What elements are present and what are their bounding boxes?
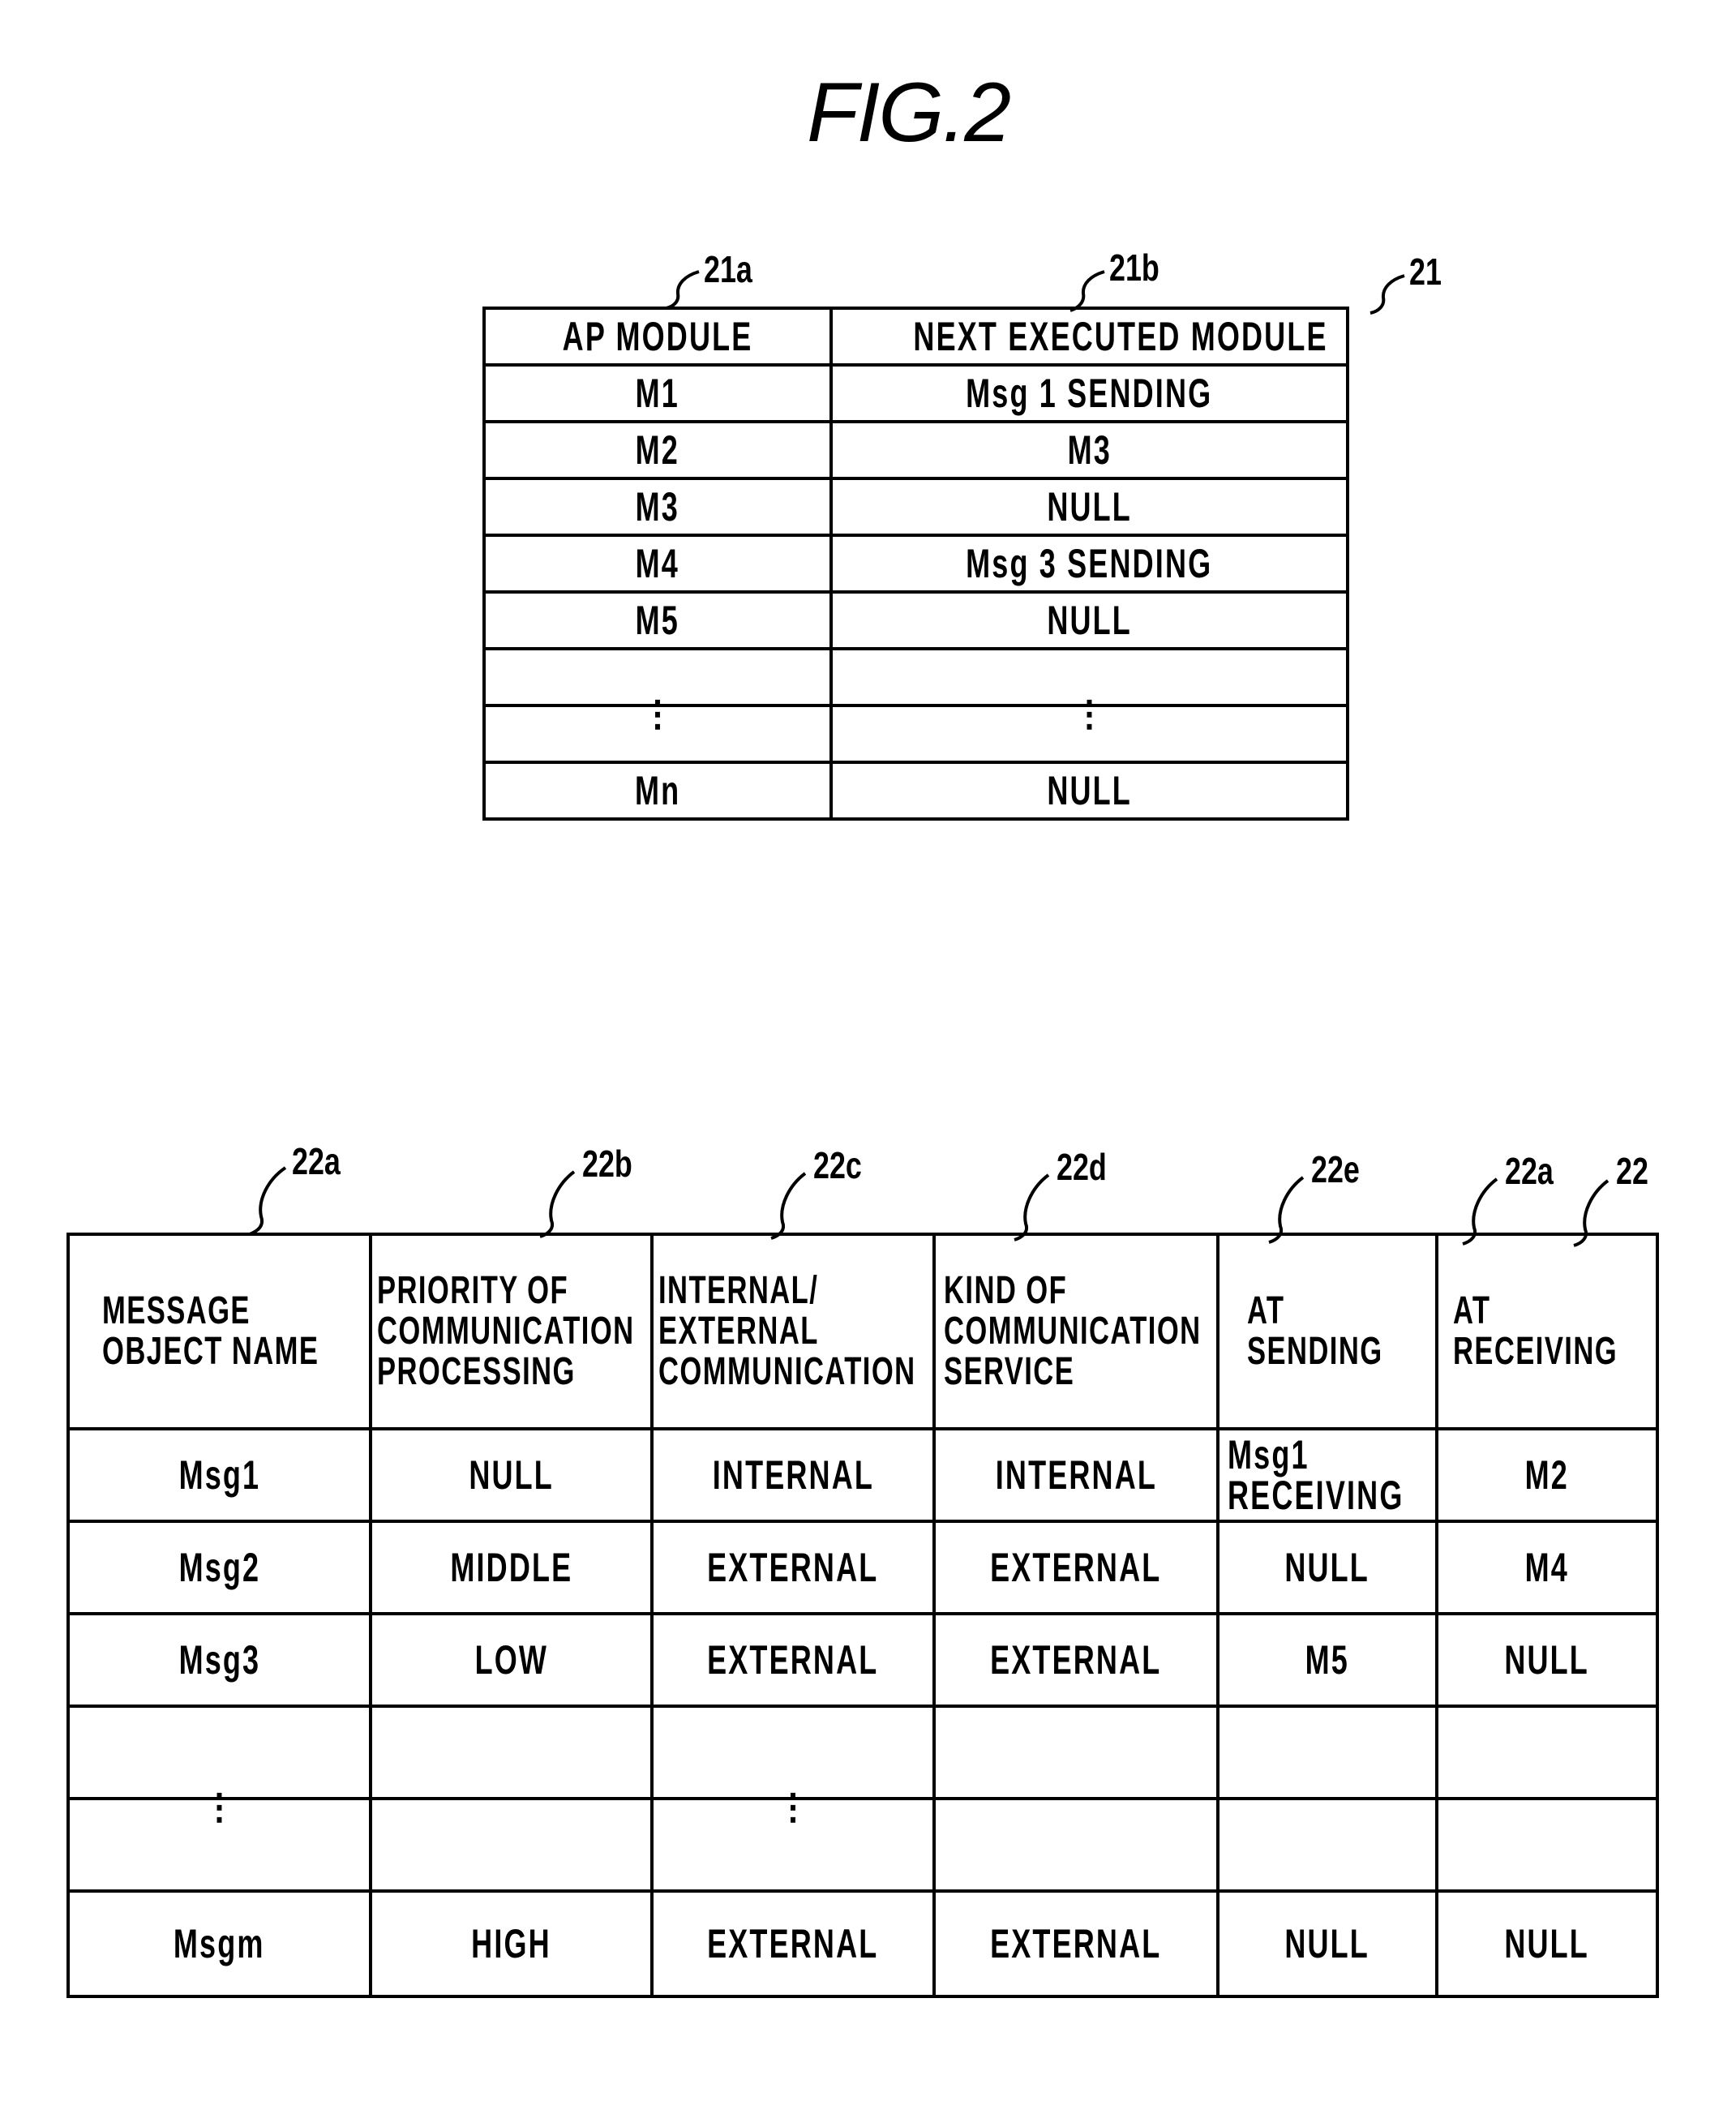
table-row: Msg1 NULL INTERNAL INTERNAL Msg1 RECEIVI… [66,1427,1659,1523]
cell-message-name: Msg3 [66,1612,372,1708]
ref-label-22d: 22d [1057,1146,1107,1188]
cell-internal-external: EXTERNAL [650,1520,936,1615]
cell-ap-module: M4 [482,534,833,594]
cell-at-sending: M5 [1216,1612,1438,1708]
vertical-ellipsis-icon: ⋮ [775,1787,811,1827]
cell-kind-of-service: INTERNAL [932,1427,1219,1523]
cell-kind-of-service: EXTERNAL [932,1889,1219,1998]
ref-label-21: 21 [1409,251,1442,293]
cell-internal-external: EXTERNAL [650,1889,936,1998]
leader-21a [666,270,700,310]
table-row: M5 NULL [482,590,1349,650]
cell-kind-of-service [932,1705,1219,1800]
table-row: Mn NULL [482,761,1349,821]
ref-label-21b: 21b [1109,247,1159,289]
cell-ap-module: M5 [482,590,833,650]
leader-22a [249,1166,287,1236]
cell-kind-of-service: EXTERNAL [932,1520,1219,1615]
cell-ap-module: M1 [482,363,833,423]
table-row-ellipsis [482,647,1349,707]
cell-internal-external: INTERNAL [650,1427,936,1523]
table-row: M4 Msg 3 SENDING [482,534,1349,594]
ref-label-22: 22 [1616,1150,1648,1192]
cell-next-module: Msg 3 SENDING [829,534,1349,594]
table-row-ellipsis: ⋮ ⋮ [66,1787,1659,1893]
ref-label-22c: 22c [813,1144,862,1186]
table-21-module-execution: AP MODULE NEXT EXECUTED MODULE M1 Msg 1 … [482,307,1349,821]
cell-at-sending: Msg1 RECEIVING [1216,1427,1438,1523]
cell-next-module-ellipsis: ⋮ [829,694,1349,764]
cell-ap-module: M3 [482,477,833,537]
table-row: Msg3 LOW EXTERNAL EXTERNAL M5 NULL [66,1612,1659,1708]
cell-at-receiving: NULL [1435,1889,1659,1998]
cell-at-sending [1216,1705,1438,1800]
cell-priority [369,1797,654,1893]
table-row-ellipsis [66,1705,1659,1800]
cell-at-sending: NULL [1216,1520,1438,1615]
cell-at-receiving: NULL [1435,1612,1659,1708]
table-row: Msg2 MIDDLE EXTERNAL EXTERNAL NULL M4 [66,1520,1659,1615]
cell-next-module: NULL [829,477,1349,537]
cell-next-module: NULL [829,590,1349,650]
cell-message-name [66,1705,372,1800]
vertical-ellipsis-icon: ⋮ [640,694,675,734]
header-next-executed-module: NEXT EXECUTED MODULE [829,307,1349,367]
cell-priority [369,1705,654,1800]
ref-label-21a: 21a [704,248,752,290]
ref-label-22e: 22e [1311,1148,1360,1190]
header-at-sending: AT SENDING [1216,1233,1438,1430]
vertical-ellipsis-icon: ⋮ [1071,694,1108,734]
table-header-row: AP MODULE NEXT EXECUTED MODULE [482,307,1349,367]
table-22-message-objects: MESSAGE OBJECT NAME PRIORITY OF COMMUNIC… [66,1233,1659,1998]
cell-at-receiving [1435,1705,1659,1800]
cell-priority: MIDDLE [369,1520,654,1615]
ref-label-22a: 22a [292,1140,341,1182]
header-message-object-name: MESSAGE OBJECT NAME [66,1233,372,1430]
cell-internal-external: EXTERNAL [650,1612,936,1708]
table-row-ellipsis: ⋮ ⋮ [482,694,1349,764]
cell-priority: NULL [369,1427,654,1523]
cell-priority: HIGH [369,1889,654,1998]
cell-next-module: Msg 1 SENDING [829,363,1349,423]
leader-21b [1069,270,1105,312]
cell-message-name-ellipsis: ⋮ [66,1787,372,1893]
table-row: Msgm HIGH EXTERNAL EXTERNAL NULL NULL [66,1889,1659,1998]
cell-at-receiving: M2 [1435,1427,1659,1523]
leader-22b [539,1170,576,1238]
cell-ap-module: M2 [482,420,833,480]
cell-message-name: Msgm [66,1889,372,1998]
leader-21 [1370,274,1405,315]
cell-ap-module-ellipsis: ⋮ [482,694,833,764]
cell-ap-module: Mn [482,761,833,821]
ref-label-22b: 22b [582,1143,632,1185]
header-priority: PRIORITY OF COMMUNICATION PROCESSING [369,1233,654,1430]
cell-next-module: NULL [829,761,1349,821]
cell-at-receiving [1435,1797,1659,1893]
figure-title: FIG.2 [807,66,1011,160]
cell-kind-of-service [932,1797,1219,1893]
ref-label-22a-receiving: 22a [1505,1150,1554,1192]
cell-at-sending: NULL [1216,1889,1438,1998]
cell-priority: LOW [369,1612,654,1708]
leader-22c [770,1172,807,1240]
table-row: M3 NULL [482,477,1349,537]
table-row: M2 M3 [482,420,1349,480]
table-header-row: MESSAGE OBJECT NAME PRIORITY OF COMMUNIC… [66,1233,1659,1430]
vertical-ellipsis-icon: ⋮ [201,1787,238,1827]
cell-internal-external-ellipsis: ⋮ [650,1787,936,1893]
header-ap-module: AP MODULE [482,307,833,367]
cell-message-name: Msg2 [66,1520,372,1615]
cell-kind-of-service: EXTERNAL [932,1612,1219,1708]
cell-at-receiving: M4 [1435,1520,1659,1615]
cell-internal-external [650,1705,936,1800]
cell-message-name: Msg1 [66,1427,372,1523]
cell-next-module: M3 [829,420,1349,480]
header-kind-of-service: KIND OF COMMUNICATION SERVICE [932,1233,1219,1430]
cell-at-sending [1216,1797,1438,1893]
header-internal-external: INTERNAL/ EXTERNAL COMMUNICATION [650,1233,936,1430]
header-at-receiving: AT RECEIVING [1435,1233,1659,1430]
leader-22d [1014,1173,1050,1241]
table-row: M1 Msg 1 SENDING [482,363,1349,423]
